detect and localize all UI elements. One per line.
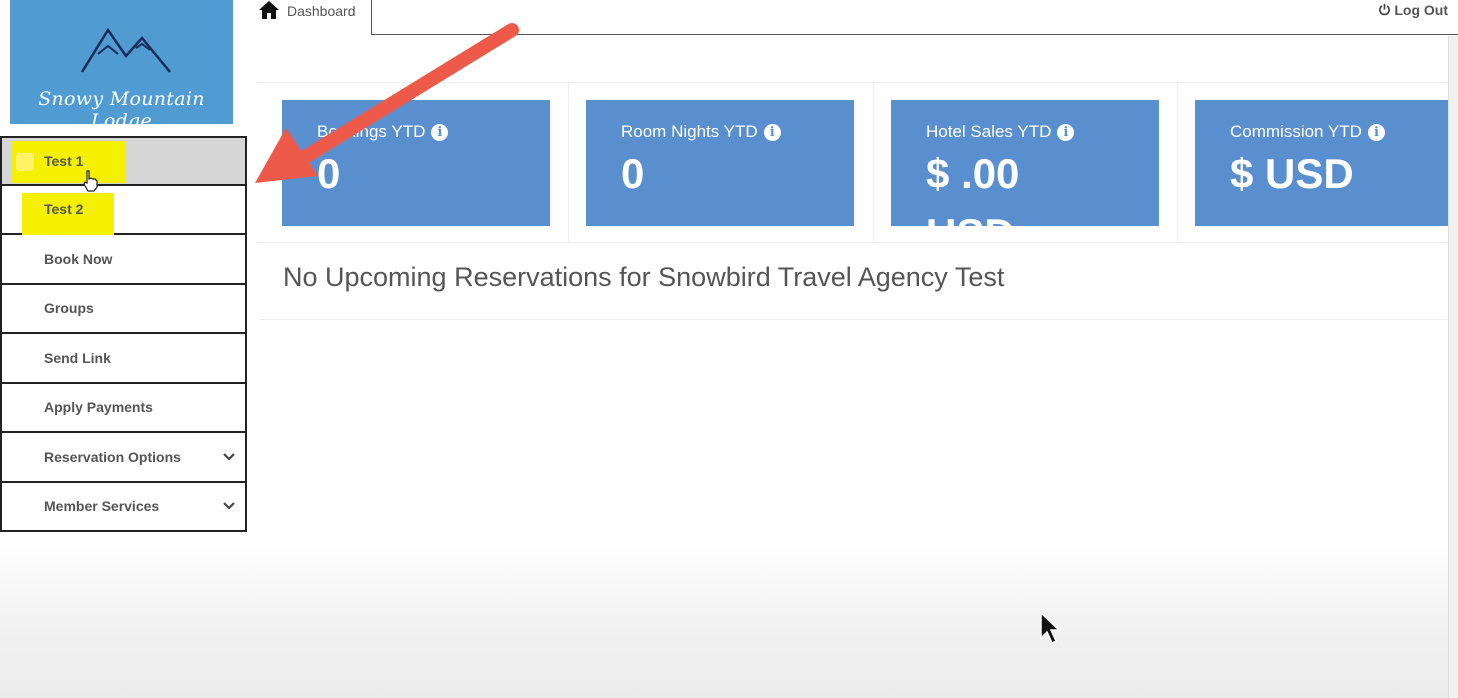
sidebar-item-apply-payments[interactable]: Apply Payments (0, 383, 247, 433)
sidebar-item-test-2[interactable]: Test 2 (0, 185, 247, 235)
mouse-pointer-icon (1040, 612, 1060, 645)
sidebar-item-label: Reservation Options (44, 448, 181, 465)
stats-divider (873, 82, 874, 243)
sidebar-item-send-link[interactable]: Send Link (0, 334, 247, 384)
info-icon[interactable]: i (763, 124, 781, 141)
info-icon[interactable]: i (431, 124, 449, 141)
stat-title: Room Nights YTD (621, 122, 758, 141)
sidebar-item-book-now[interactable]: Book Now (0, 235, 247, 285)
stat-value: $ USD (1230, 150, 1354, 197)
sidebar-item-label: Apply Payments (44, 399, 153, 416)
highlight-marker (16, 153, 34, 171)
mountain-icon (80, 27, 171, 73)
tab-divider (371, 0, 372, 35)
stats-divider (568, 82, 569, 243)
hand-cursor-icon (83, 170, 98, 192)
info-icon[interactable]: i (1367, 124, 1385, 141)
topbar-border (371, 34, 1458, 35)
logout-label: Log Out (1394, 2, 1448, 18)
sidebar-item-label: Member Services (44, 498, 160, 515)
sidebar-item-reservation-options[interactable]: Reservation Options (0, 433, 247, 483)
info-icon[interactable]: i (1057, 124, 1075, 141)
stat-card-bookings: Bookings YTD i 0 (282, 100, 550, 226)
sidebar-nav: Test 1 Test 2 Book Now Groups Send Link … (0, 136, 247, 532)
stat-value: 0 (621, 150, 645, 197)
sidebar-item-test-1[interactable]: Test 1 (0, 136, 247, 186)
divider (260, 319, 1447, 320)
sidebar-item-label: Test 1 (44, 152, 84, 169)
brand-logo[interactable]: Snowy Mountain Lodge (10, 0, 233, 132)
chevron-down-icon[interactable] (223, 452, 235, 461)
tab-label: Dashboard (287, 3, 356, 19)
sidebar-item-groups[interactable]: Groups (0, 284, 247, 334)
sidebar-item-label: Send Link (44, 349, 111, 366)
stat-unit: USD (926, 210, 1015, 226)
logout-button[interactable]: Log Out (1378, 2, 1448, 18)
sidebar-item-label: Test 2 (44, 201, 84, 218)
stats-divider (1177, 82, 1178, 243)
power-icon (1379, 3, 1391, 16)
stat-title: Hotel Sales YTD (926, 122, 1052, 141)
stat-card-room-nights: Room Nights YTD i 0 (586, 100, 854, 226)
stat-card-hotel-sales: Hotel Sales YTD i $ .00 USD (891, 100, 1159, 226)
stat-card-commission: Commission YTD i $ USD (1195, 100, 1448, 226)
stat-value: $ .00 (926, 150, 1020, 197)
tab-dashboard[interactable]: Dashboard (250, 0, 372, 35)
stat-title: Bookings YTD (317, 122, 426, 141)
logo-text: Snowy Mountain Lodge (38, 88, 205, 132)
sidebar-item-member-services[interactable]: Member Services (0, 482, 247, 532)
home-icon (259, 1, 279, 19)
no-reservations-message: No Upcoming Reservations for Snowbird Tr… (283, 262, 1005, 292)
sidebar-item-label: Groups (44, 300, 94, 317)
stat-title: Commission YTD (1230, 122, 1362, 141)
scrollbar[interactable] (1448, 36, 1458, 698)
chevron-down-icon[interactable] (223, 502, 235, 510)
sidebar-item-label: Book Now (44, 250, 113, 267)
stat-value: 0 (317, 150, 341, 197)
